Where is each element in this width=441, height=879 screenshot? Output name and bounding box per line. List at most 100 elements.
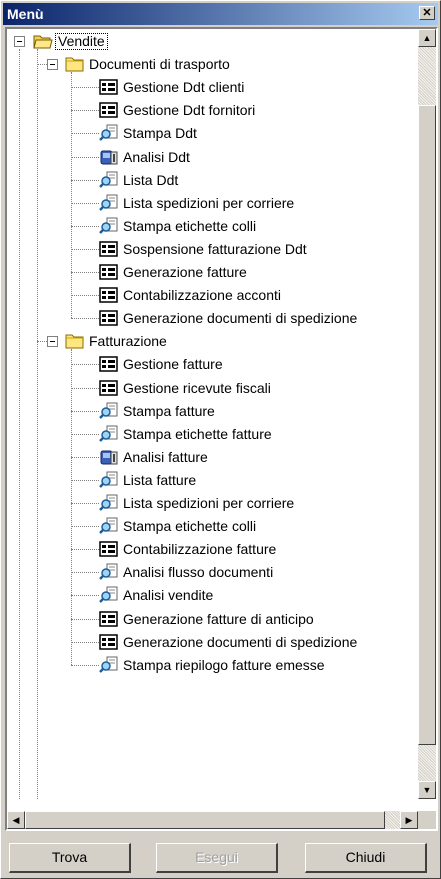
collapse-toggle-icon[interactable] bbox=[47, 336, 58, 348]
folder-icon bbox=[65, 332, 85, 350]
report-icon bbox=[99, 402, 119, 420]
horizontal-scrollbar[interactable]: ◀ ▶ bbox=[7, 811, 418, 829]
analysis-icon bbox=[99, 448, 119, 466]
tree-connector bbox=[71, 456, 99, 458]
report-icon bbox=[99, 171, 119, 189]
tree-connector bbox=[71, 272, 99, 273]
collapse-toggle-icon[interactable] bbox=[47, 59, 58, 71]
tree-node-item[interactable]: Analisi fatture bbox=[7, 446, 418, 470]
form-icon bbox=[99, 540, 119, 558]
tree-node-item[interactable]: Analisi flusso documenti bbox=[7, 561, 418, 585]
tree-node-item[interactable]: Gestione fatture bbox=[7, 353, 418, 377]
tree-node-group[interactable]: Fatturazione bbox=[7, 330, 418, 354]
tree-node-label: Fatturazione bbox=[89, 333, 167, 350]
tree-connector bbox=[71, 410, 99, 412]
tree-node-label: Stampa etichette colli bbox=[123, 518, 257, 535]
horizontal-scroll-thumb[interactable] bbox=[25, 811, 385, 829]
tree-node-item[interactable]: Analisi Ddt bbox=[7, 146, 418, 170]
tree-node-label: Contabilizzazione acconti bbox=[123, 287, 281, 304]
tree-node-item[interactable]: Generazione fatture di anticipo bbox=[7, 608, 418, 632]
scroll-left-button[interactable]: ◀ bbox=[7, 811, 25, 829]
tree-connector bbox=[71, 110, 99, 112]
tree-connector bbox=[71, 248, 99, 250]
tree-node-item[interactable]: Stampa riepilogo fatture emesse bbox=[7, 654, 418, 678]
tree-node-label: Stampa etichette colli bbox=[123, 217, 257, 234]
tree-connector bbox=[71, 549, 99, 551]
tree-node-label: Generazione fatture bbox=[123, 264, 247, 280]
tree-node-item[interactable]: Stampa fatture bbox=[7, 400, 418, 424]
report-icon bbox=[99, 656, 119, 674]
tree-node-group[interactable]: Documenti di trasporto bbox=[7, 53, 418, 77]
form-icon bbox=[99, 263, 119, 281]
tree-node-label: Gestione Ddt fornitori bbox=[123, 102, 256, 119]
menu-window: Menù ✕ Vendite Documenti di trasporto Gest… bbox=[0, 0, 441, 879]
tree-node-item[interactable]: Gestione Ddt fornitori bbox=[7, 99, 418, 123]
tree-node-item[interactable]: Stampa Ddt bbox=[7, 122, 418, 146]
menu-tree-panel: Vendite Documenti di trasporto Gestione Dd… bbox=[5, 27, 438, 831]
tree-connector bbox=[71, 318, 99, 320]
tree-node-item[interactable]: Stampa etichette colli bbox=[7, 515, 418, 539]
tree-node-item[interactable]: Analisi vendite bbox=[7, 584, 418, 608]
tree-node-item[interactable]: Generazione fatture bbox=[7, 261, 418, 285]
tree-node-item[interactable]: Stampa etichette colli bbox=[7, 215, 418, 239]
tree-node-label: Stampa riepilogo fatture emesse bbox=[123, 656, 325, 673]
tree-node-label: Lista Ddt bbox=[123, 171, 179, 188]
scroll-up-button[interactable]: ▲ bbox=[418, 29, 436, 47]
scroll-down-button[interactable]: ▼ bbox=[418, 781, 436, 799]
report-icon bbox=[99, 425, 119, 443]
form-icon bbox=[99, 633, 119, 651]
tree-node-item[interactable]: Contabilizzazione acconti bbox=[7, 284, 418, 308]
tree-node-item[interactable]: Generazione documenti di spedizione bbox=[7, 631, 418, 655]
tree-node-label: Contabilizzazione fatture bbox=[123, 541, 277, 558]
report-icon bbox=[99, 124, 119, 142]
tree-node-item[interactable]: Lista fatture bbox=[7, 469, 418, 493]
tree-connector bbox=[71, 202, 99, 204]
vertical-scroll-thumb[interactable] bbox=[418, 105, 436, 745]
form-icon bbox=[99, 286, 119, 304]
analysis-icon bbox=[99, 148, 119, 166]
tree-connector bbox=[71, 641, 99, 643]
report-icon bbox=[99, 471, 119, 489]
tree-connector bbox=[71, 364, 99, 366]
vertical-scrollbar[interactable]: ▲ ▼ bbox=[418, 29, 436, 799]
tree-node-vendite[interactable]: Vendite bbox=[7, 30, 418, 54]
tree-node-label: Gestione fatture bbox=[123, 356, 223, 373]
find-button[interactable]: Trova bbox=[9, 843, 131, 873]
scroll-right-button[interactable]: ▶ bbox=[400, 811, 418, 829]
tree-connector bbox=[71, 595, 99, 597]
tree-connector bbox=[19, 49, 20, 799]
report-icon bbox=[99, 494, 119, 512]
tree-node-item[interactable]: Gestione Ddt clienti bbox=[7, 76, 418, 100]
form-icon bbox=[99, 355, 119, 373]
tree-node-item[interactable]: Gestione ricevute fiscali bbox=[7, 377, 418, 401]
tree-node-label: Generazione documenti di spedizione bbox=[123, 310, 358, 327]
close-button[interactable]: Chiudi bbox=[305, 843, 427, 873]
tree-node-label: Lista spedizioni per corriere bbox=[123, 194, 295, 211]
tree-node-label: Lista fatture bbox=[123, 471, 197, 488]
tree-node-item[interactable]: Stampa etichette fatture bbox=[7, 423, 418, 447]
tree-node-item[interactable]: Generazione documenti di spedizione bbox=[7, 307, 418, 331]
scrollbar-corner bbox=[418, 811, 436, 829]
close-window-button[interactable]: ✕ bbox=[419, 6, 435, 20]
open-folder-icon bbox=[33, 32, 53, 50]
tree-node-label: Gestione Ddt clienti bbox=[123, 79, 245, 96]
tree-connector bbox=[71, 572, 99, 574]
tree-node-item[interactable]: Lista spedizioni per corriere bbox=[7, 492, 418, 516]
tree-node-item[interactable]: Sospensione fatturazione Ddt bbox=[7, 238, 418, 262]
tree-connector bbox=[71, 479, 99, 481]
tree-node-item[interactable]: Contabilizzazione fatture bbox=[7, 538, 418, 562]
tree-node-label: Documenti di trasporto bbox=[89, 56, 230, 73]
tree-connector bbox=[71, 72, 72, 319]
tree-connector bbox=[71, 295, 99, 297]
tree-node-label: Vendite bbox=[55, 33, 108, 50]
tree-node-item[interactable]: Lista spedizioni per corriere bbox=[7, 192, 418, 216]
tree-node-label: Stampa Ddt bbox=[123, 125, 197, 142]
tree-connector bbox=[71, 87, 99, 89]
tree-node-label: Generazione documenti di spedizione bbox=[123, 633, 358, 650]
run-button-label: Esegui bbox=[195, 849, 238, 865]
report-icon bbox=[99, 517, 119, 535]
tree-node-label: Stampa etichette fatture bbox=[123, 425, 272, 442]
collapse-toggle-icon[interactable] bbox=[14, 36, 25, 47]
tree-node-item[interactable]: Lista Ddt bbox=[7, 169, 418, 193]
tree-node-label: Analisi vendite bbox=[123, 587, 214, 604]
